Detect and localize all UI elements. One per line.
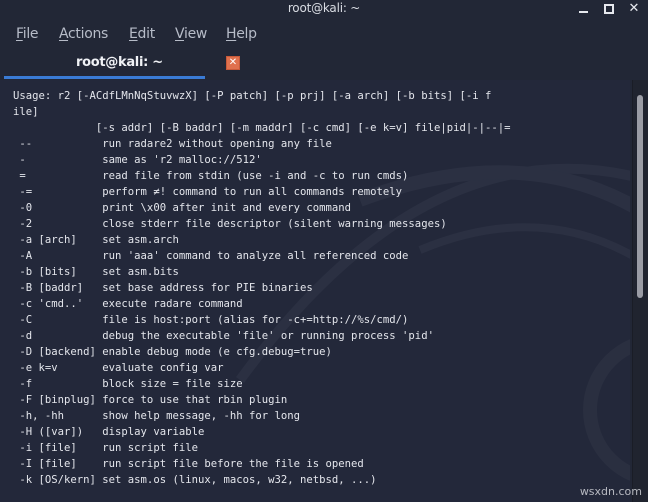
terminal-line: -e k=v evaluate config var xyxy=(13,362,224,374)
terminal-line: -= perform ≠! command to run all command… xyxy=(13,186,403,198)
menu-file[interactable]: File xyxy=(16,26,39,42)
scrollbar[interactable] xyxy=(632,80,648,502)
maximize-icon[interactable] xyxy=(603,3,615,15)
terminal-line: -H ([var]) display variable xyxy=(13,426,205,438)
terminal-window: root@kali: ~ ✕ File Actions Edit View He… xyxy=(0,0,648,502)
scrollbar-thumb[interactable] xyxy=(637,95,643,298)
terminal-line: -i [file] run script file xyxy=(13,442,198,454)
menu-help[interactable]: Help xyxy=(226,26,257,42)
menu-bar: File Actions Edit View Help xyxy=(0,18,648,52)
tab-root-kali[interactable]: root@kali: ~ xyxy=(4,52,205,79)
title-bar[interactable]: root@kali: ~ ✕ xyxy=(0,0,648,18)
terminal-line: ile] xyxy=(13,106,39,118)
terminal-line: -a [arch] set asm.arch xyxy=(13,234,179,246)
menu-view[interactable]: View xyxy=(175,26,207,42)
terminal-output[interactable]: Usage: r2 [-ACdfLMnNqStuvwzX] [-P patch]… xyxy=(0,80,630,502)
active-tab-indicator xyxy=(4,76,205,79)
menu-label: dit xyxy=(137,26,156,42)
terminal-line: -h, -hh show help message, -hh for long xyxy=(13,410,301,422)
tab-bar: root@kali: ~ ✕ xyxy=(0,52,648,80)
menu-mnemonic: E xyxy=(129,26,138,42)
minimize-icon[interactable] xyxy=(578,3,590,15)
window-title: root@kali: ~ xyxy=(287,1,361,15)
menu-label: elp xyxy=(236,26,257,42)
tab-close-icon[interactable]: ✕ xyxy=(226,56,240,70)
terminal-line: -k [OS/kern] set asm.os (linux, macos, w… xyxy=(13,474,377,486)
terminal-line: -c 'cmd..' execute radare command xyxy=(13,298,243,310)
menu-mnemonic: H xyxy=(226,26,237,42)
menu-mnemonic: A xyxy=(59,26,69,42)
terminal-line: -C file is host:port (alias for -c+=http… xyxy=(13,314,409,326)
terminal-line: -b [bits] set asm.bits xyxy=(13,266,179,278)
watermark-text: wsxdn.com xyxy=(579,485,642,498)
terminal-line: -I [file] run script file before the fil… xyxy=(13,458,364,470)
window-controls: ✕ xyxy=(578,2,640,16)
terminal-line: -2 close stderr file descriptor (silent … xyxy=(13,218,447,230)
menu-mnemonic: V xyxy=(175,26,184,42)
menu-label: iew xyxy=(183,26,208,42)
terminal-line: -B [baddr] set base address for PIE bina… xyxy=(13,282,313,294)
menu-label: ctions xyxy=(68,26,109,42)
menu-edit[interactable]: Edit xyxy=(129,26,155,42)
terminal-line: = read file from stdin (use -i and -c to… xyxy=(13,170,409,182)
menu-mnemonic: F xyxy=(16,26,23,42)
terminal-line: - same as 'r2 malloc://512' xyxy=(13,154,262,166)
terminal-line: -f block size = file size xyxy=(13,378,243,390)
terminal-line: -D [backend] enable debug mode (e cfg.de… xyxy=(13,346,332,358)
terminal-line: -A run 'aaa' command to analyze all refe… xyxy=(13,250,409,262)
terminal-line: -- run radare2 without opening any file xyxy=(13,138,332,150)
terminal-line: -F [binplug] force to use that rbin plug… xyxy=(13,394,288,406)
tab-label: root@kali: ~ xyxy=(76,55,163,70)
menu-label: ile xyxy=(22,26,39,42)
terminal-line: -0 print \x00 after init and every comma… xyxy=(13,202,352,214)
terminal-line: -d debug the executable 'file' or runnin… xyxy=(13,330,434,342)
terminal-line: Usage: r2 [-ACdfLMnNqStuvwzX] [-P patch]… xyxy=(13,90,492,102)
close-icon[interactable]: ✕ xyxy=(628,2,640,15)
menu-actions[interactable]: Actions xyxy=(59,26,108,42)
terminal-line: [-s addr] [-B baddr] [-m maddr] [-c cmd]… xyxy=(13,122,511,134)
terminal-text: Usage: r2 [-ACdfLMnNqStuvwzX] [-P patch]… xyxy=(13,88,510,488)
